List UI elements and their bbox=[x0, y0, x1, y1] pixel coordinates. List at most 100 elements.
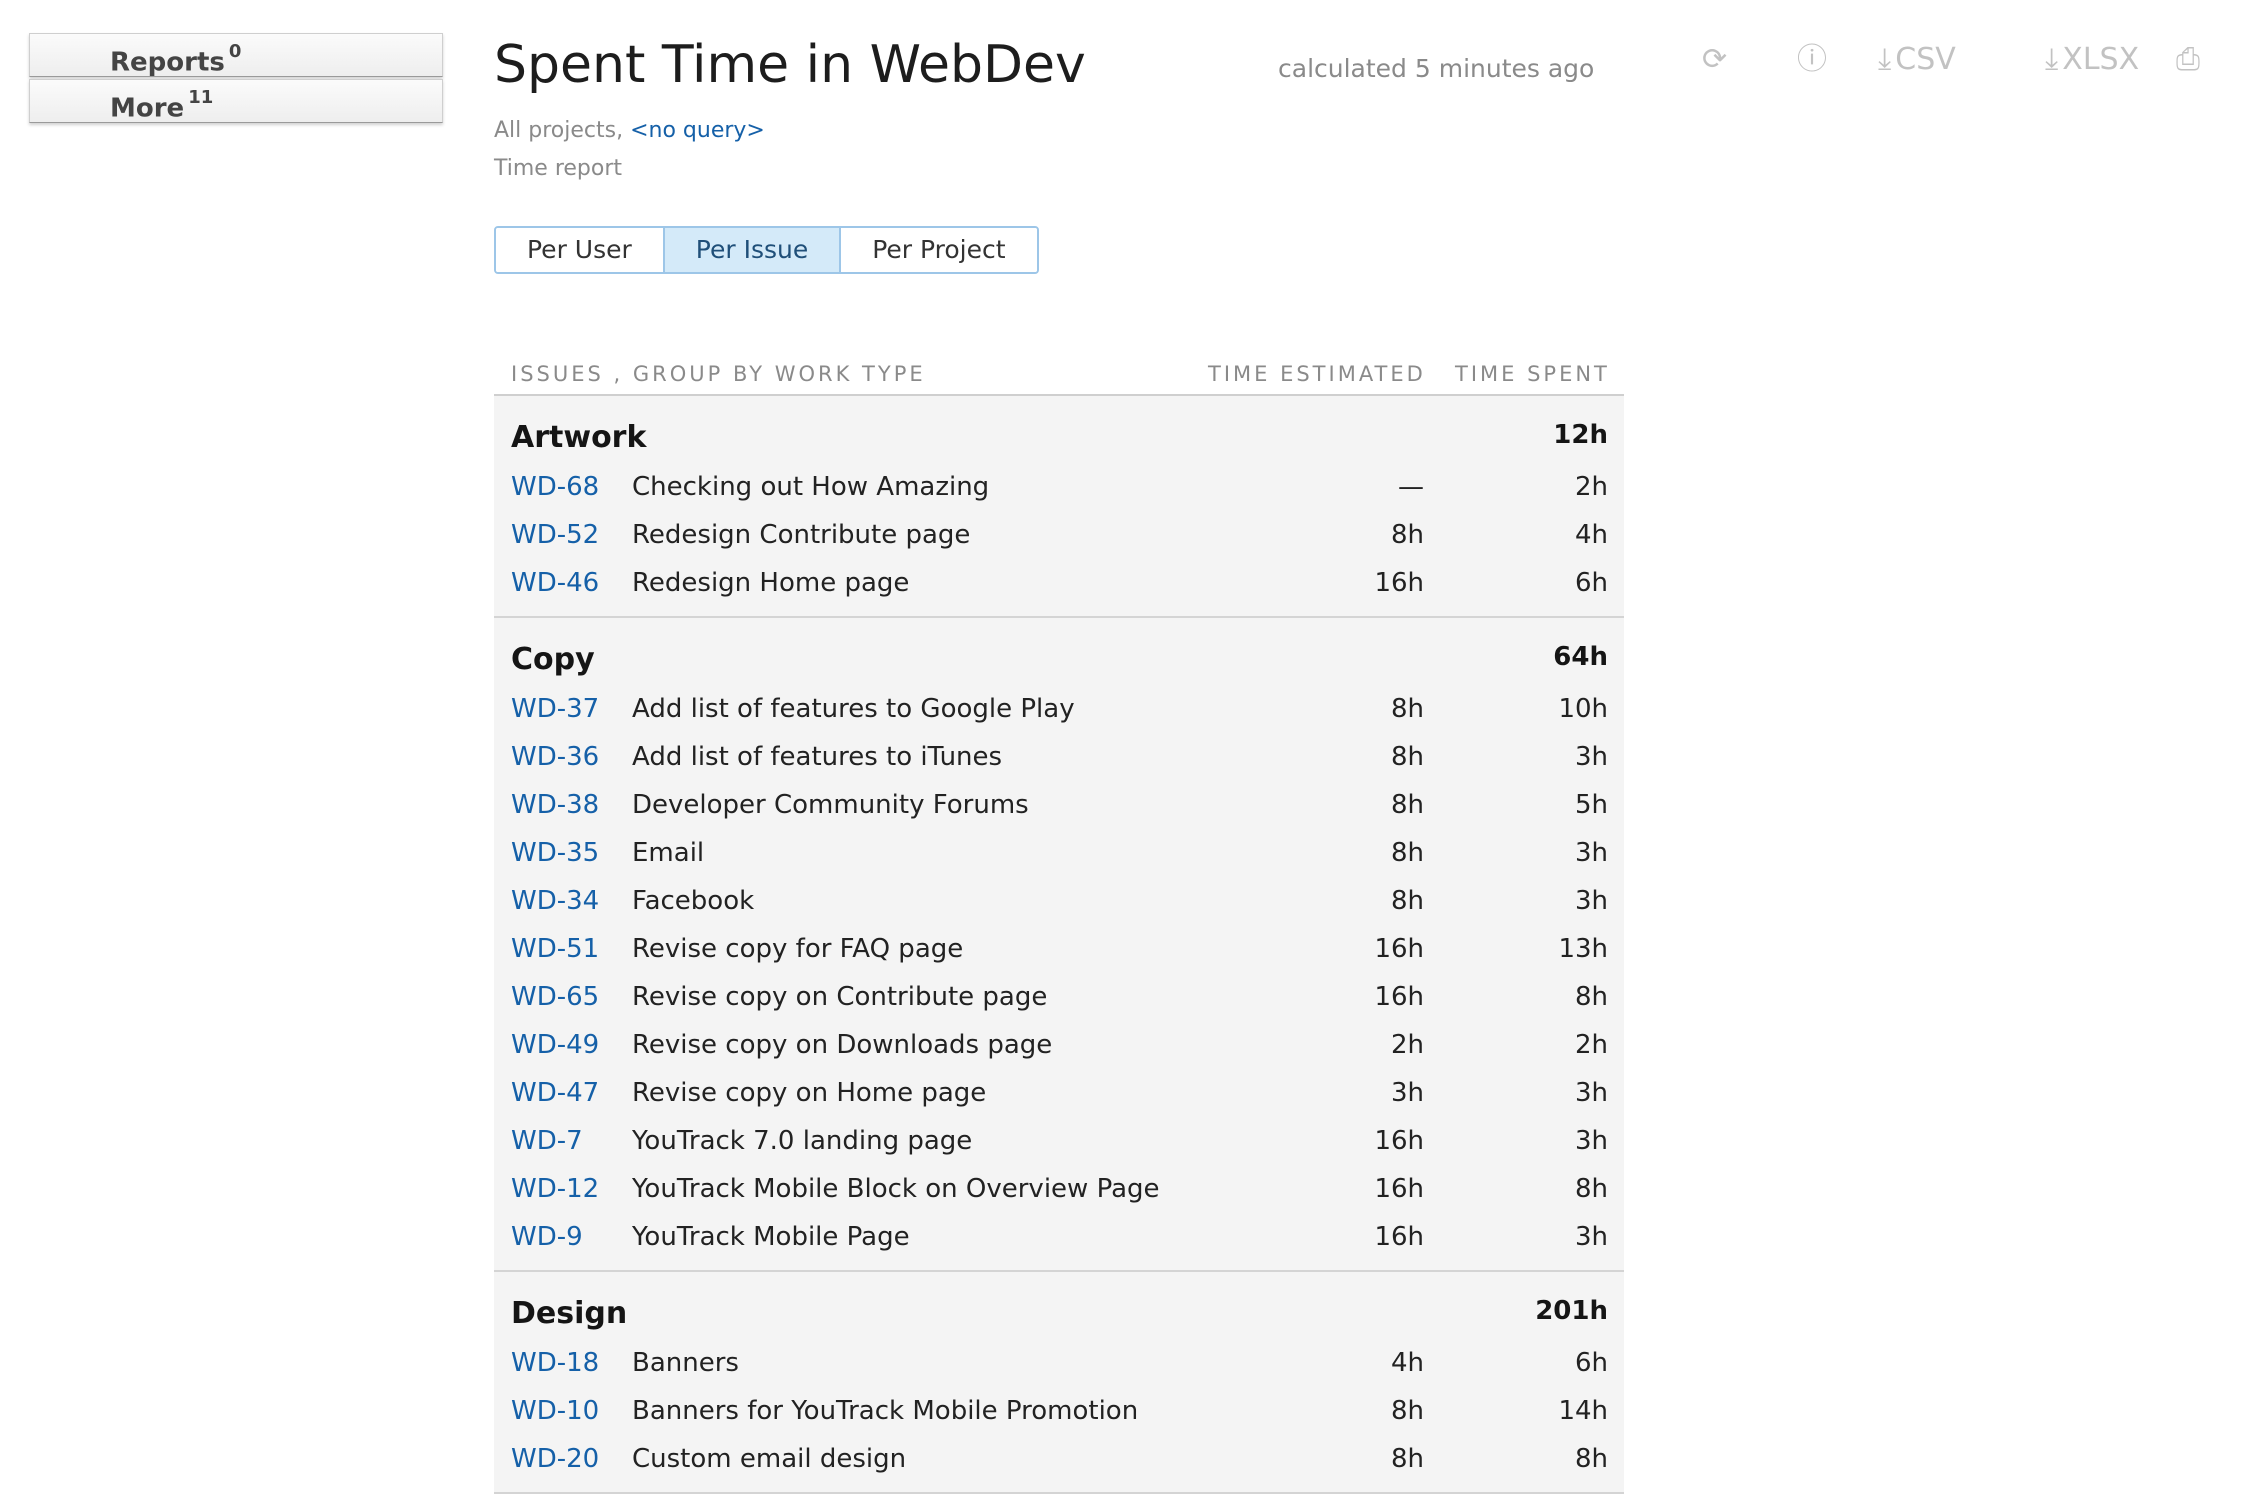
table-header: ISSUES , GROUP BY WORK TYPE TIME ESTIMAT… bbox=[494, 358, 1624, 396]
issue-id-link[interactable]: WD-52 bbox=[511, 520, 599, 550]
print-icon: ⎙ bbox=[2176, 42, 2200, 77]
download-xlsx-button[interactable]: ⤓ XLSX bbox=[2045, 42, 2139, 78]
issue-id-link[interactable]: WD-65 bbox=[511, 982, 599, 1012]
table-row: WD-36 Add list of features to iTunes 8h 3h bbox=[494, 734, 1624, 782]
issue-id-link[interactable]: WD-51 bbox=[511, 934, 599, 964]
scope-line: All projects, <no query> bbox=[494, 118, 765, 143]
time-report-table: ISSUES , GROUP BY WORK TYPE TIME ESTIMAT… bbox=[494, 358, 1624, 1494]
query-link[interactable]: <no query> bbox=[630, 118, 765, 143]
issue-summary: Checking out How Amazing bbox=[632, 472, 990, 502]
download-csv-icon: ⤓ bbox=[1878, 42, 1892, 77]
issue-summary: Banners bbox=[632, 1348, 739, 1378]
calculated-status: calculated 5 minutes ago bbox=[1278, 54, 1595, 83]
report-mode-tabs: Per User Per Issue Per Project bbox=[494, 226, 1039, 274]
time-spent: 6h bbox=[1574, 1348, 1608, 1378]
time-spent: 3h bbox=[1574, 1126, 1608, 1156]
tab-per-issue[interactable]: Per Issue bbox=[662, 228, 840, 272]
issue-id-link[interactable]: WD-36 bbox=[511, 742, 599, 772]
time-estimated: 16h bbox=[1374, 934, 1424, 964]
issue-id-link[interactable]: WD-7 bbox=[511, 1126, 583, 1156]
table-row: WD-10 Banners for YouTrack Mobile Promoti… bbox=[494, 1388, 1624, 1436]
group-name: Design bbox=[511, 1296, 628, 1331]
table-row: WD-52 Redesign Contribute page 8h 4h bbox=[494, 512, 1624, 560]
time-estimated: 8h bbox=[1390, 838, 1424, 868]
issue-id-link[interactable]: WD-38 bbox=[511, 790, 599, 820]
xlsx-label: XLSX bbox=[2062, 42, 2140, 77]
table-row: WD-37 Add list of features to Google Play… bbox=[494, 686, 1624, 734]
info-button[interactable]: ⓘ bbox=[1797, 42, 1827, 78]
time-estimated: 3h bbox=[1390, 1078, 1424, 1108]
more-label: More bbox=[110, 93, 185, 124]
group-total: 12h bbox=[1553, 420, 1608, 450]
issue-summary: Developer Community Forums bbox=[632, 790, 1029, 820]
time-spent: 14h bbox=[1558, 1396, 1608, 1426]
group-list: Artwork 12h WD-68 Checking out How Amazing —… bbox=[494, 396, 1624, 1494]
col-spent-header: TIME SPENT bbox=[1455, 362, 1610, 386]
reports-label: Reports bbox=[110, 47, 225, 78]
print-button[interactable]: ⎙ bbox=[2176, 42, 2200, 78]
table-row: WD-7 YouTrack 7.0 landing page 16h 3h bbox=[494, 1118, 1624, 1166]
refresh-icon: ⟳ bbox=[1702, 42, 1728, 77]
issue-id-link[interactable]: WD-18 bbox=[511, 1348, 599, 1378]
time-estimated: 8h bbox=[1390, 790, 1424, 820]
issue-id-link[interactable]: WD-47 bbox=[511, 1078, 599, 1108]
table-row: WD-49 Revise copy on Downloads page 2h 2h bbox=[494, 1022, 1624, 1070]
time-spent: 8h bbox=[1574, 1174, 1608, 1204]
time-spent: 8h bbox=[1574, 1444, 1608, 1474]
issue-id-link[interactable]: WD-35 bbox=[511, 838, 599, 868]
issue-summary: YouTrack 7.0 landing page bbox=[632, 1126, 973, 1156]
issue-summary: Email bbox=[632, 838, 705, 868]
table-row: WD-65 Revise copy on Contribute page 16h 8h bbox=[494, 974, 1624, 1022]
group-total: 64h bbox=[1553, 642, 1608, 672]
download-xlsx-icon: ⤓ bbox=[2045, 42, 2059, 77]
issue-id-link[interactable]: WD-49 bbox=[511, 1030, 599, 1060]
more-button[interactable]: More 11 bbox=[29, 79, 443, 124]
csv-label: CSV bbox=[1895, 42, 1956, 77]
time-estimated: 8h bbox=[1390, 520, 1424, 550]
issue-id-link[interactable]: WD-12 bbox=[511, 1174, 599, 1204]
tab-per-project[interactable]: Per Project bbox=[839, 228, 1037, 272]
report-type: Time report bbox=[494, 156, 623, 181]
issue-summary: Custom email design bbox=[632, 1444, 907, 1474]
download-csv-button[interactable]: ⤓ CSV bbox=[1878, 42, 1956, 78]
time-spent: 8h bbox=[1574, 982, 1608, 1012]
time-estimated: 16h bbox=[1374, 568, 1424, 598]
time-estimated: 8h bbox=[1390, 886, 1424, 916]
issue-id-link[interactable]: WD-10 bbox=[511, 1396, 599, 1426]
group-header: Copy 64h bbox=[494, 638, 1624, 686]
group-name: Copy bbox=[511, 642, 595, 677]
issue-summary: Add list of features to Google Play bbox=[632, 694, 1075, 724]
group-total: 201h bbox=[1535, 1296, 1608, 1326]
issue-id-link[interactable]: WD-46 bbox=[511, 568, 599, 598]
issue-summary: Revise copy on Downloads page bbox=[632, 1030, 1053, 1060]
time-spent: 3h bbox=[1574, 742, 1608, 772]
table-row: WD-35 Email 8h 3h bbox=[494, 830, 1624, 878]
issue-id-link[interactable]: WD-9 bbox=[511, 1222, 583, 1252]
time-estimated: 8h bbox=[1390, 694, 1424, 724]
tab-per-user[interactable]: Per User bbox=[496, 228, 663, 272]
issue-summary: YouTrack Mobile Page bbox=[632, 1222, 910, 1252]
page-title: Spent Time in WebDev bbox=[494, 35, 1086, 95]
issue-id-link[interactable]: WD-34 bbox=[511, 886, 599, 916]
table-row: WD-46 Redesign Home page 16h 6h bbox=[494, 560, 1624, 608]
table-row: WD-34 Facebook 8h 3h bbox=[494, 878, 1624, 926]
table-row: WD-9 YouTrack Mobile Page 16h 3h bbox=[494, 1214, 1624, 1262]
time-estimated: 16h bbox=[1374, 1174, 1424, 1204]
issue-id-link[interactable]: WD-37 bbox=[511, 694, 599, 724]
time-spent: 3h bbox=[1574, 1078, 1608, 1108]
table-row: WD-51 Revise copy for FAQ page 16h 13h bbox=[494, 926, 1624, 974]
reports-button[interactable]: Reports 0 bbox=[29, 33, 443, 78]
time-spent: 13h bbox=[1558, 934, 1608, 964]
time-estimated: 16h bbox=[1374, 982, 1424, 1012]
time-spent: 2h bbox=[1574, 472, 1608, 502]
sidebar: Reports 0 More 11 bbox=[29, 33, 443, 124]
time-estimated: 8h bbox=[1390, 742, 1424, 772]
table-row: WD-20 Custom email design 8h 8h bbox=[494, 1436, 1624, 1484]
info-icon: ⓘ bbox=[1797, 42, 1827, 77]
time-estimated: 8h bbox=[1390, 1396, 1424, 1426]
issue-summary: Revise copy for FAQ page bbox=[632, 934, 964, 964]
issue-id-link[interactable]: WD-68 bbox=[511, 472, 599, 502]
issue-summary: Redesign Home page bbox=[632, 568, 910, 598]
issue-id-link[interactable]: WD-20 bbox=[511, 1444, 599, 1474]
refresh-button[interactable]: ⟳ bbox=[1702, 42, 1727, 78]
